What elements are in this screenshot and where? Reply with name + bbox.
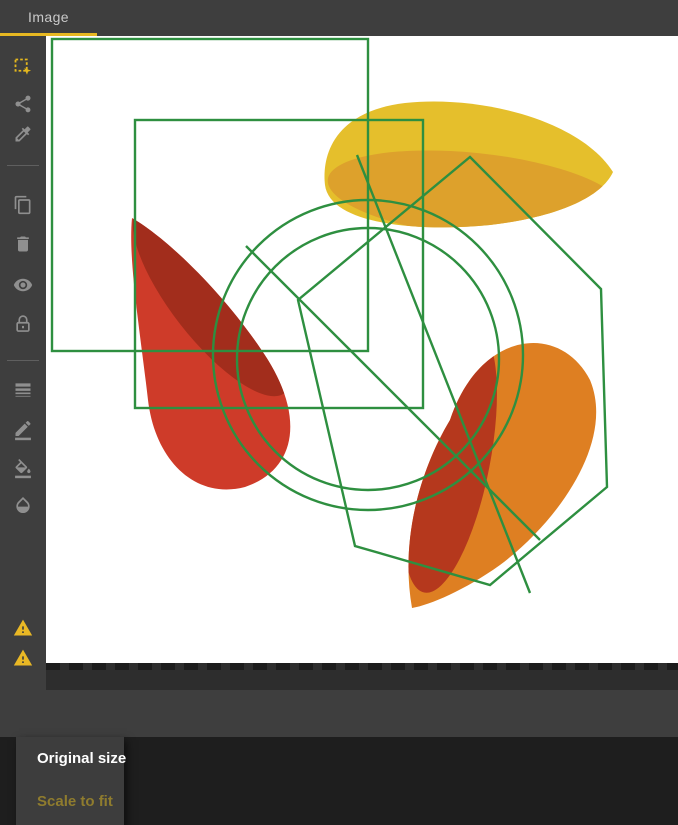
sidebar-divider	[7, 165, 39, 166]
warning-indicator-icon[interactable]	[13, 648, 33, 668]
menu-item-scale-to-fit[interactable]: Scale to fit	[16, 780, 124, 823]
copy-tool-icon[interactable]	[13, 195, 33, 215]
tab-image-label: Image	[0, 9, 97, 25]
canvas-artwork	[46, 36, 678, 663]
delete-tool-icon[interactable]	[13, 234, 33, 254]
warning-indicator-icon[interactable]	[13, 618, 33, 638]
image-editor-window: Image Image W (px) H (px) Visualized 697…	[0, 0, 678, 825]
status-bar: Image W (px) H (px) Visualized 697 (134%…	[0, 690, 678, 737]
polygon-tool-icon[interactable]	[13, 94, 33, 114]
tool-sidebar	[0, 36, 46, 690]
image-canvas[interactable]	[46, 36, 678, 663]
menu-item-original-size[interactable]: Original size	[16, 737, 124, 780]
canvas-bottom-strip	[46, 663, 678, 690]
lock-tool-icon[interactable]	[13, 314, 33, 334]
visibility-tool-icon[interactable]	[13, 275, 33, 295]
eyedropper-tool-icon[interactable]	[13, 124, 33, 144]
sidebar-divider	[7, 360, 39, 361]
view-context-menu: Original size Scale to fit	[16, 737, 124, 825]
line-weight-tool-icon[interactable]	[13, 380, 33, 400]
border-color-tool-icon[interactable]	[13, 421, 33, 441]
fill-color-tool-icon[interactable]	[13, 459, 33, 479]
tab-image[interactable]: Image	[0, 0, 97, 36]
opacity-tool-icon[interactable]	[13, 495, 33, 515]
rectangle-select-tool-icon[interactable]	[13, 57, 33, 77]
canvas-edge-dashes	[46, 663, 678, 670]
top-bar: Image	[0, 0, 678, 36]
